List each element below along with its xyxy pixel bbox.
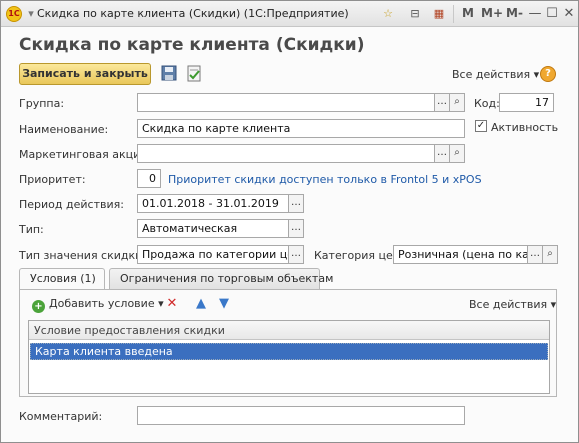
move-up-icon[interactable]: ▲	[194, 297, 208, 311]
move-down-icon[interactable]: ▼	[217, 297, 231, 311]
all-actions-label: Все действия	[452, 68, 531, 81]
priority-label: Приоритет:	[19, 173, 86, 186]
code-label: Код:	[474, 97, 500, 110]
tab-conditions[interactable]: Условия (1)	[19, 268, 105, 291]
code-field[interactable]: 17	[499, 93, 554, 112]
add-condition-button[interactable]: + Добавить условие ▾	[32, 297, 164, 313]
table-row[interactable]: Карта клиента введена	[30, 343, 548, 360]
memory-m-minus-button[interactable]: M-	[506, 6, 523, 20]
memory-m-button[interactable]: M	[462, 6, 474, 20]
group-select-button[interactable]: …	[434, 93, 450, 112]
active-label: Активность	[491, 121, 559, 134]
type-field[interactable]: Автоматическая	[137, 219, 289, 238]
price-category-search-icon[interactable]: ⌕	[542, 245, 558, 264]
group-open-search-icon[interactable]: ⌕	[449, 93, 465, 112]
campaign-label: Маркетинговая акция:	[19, 148, 151, 161]
app-window: 1С ▾ Скидка по карте клиента (Скидки) (1…	[0, 0, 579, 443]
save-icon[interactable]	[160, 64, 178, 82]
value-type-label: Тип значения скидки:	[19, 249, 147, 262]
minimize-button[interactable]: —	[526, 5, 544, 23]
group-label: Группа:	[19, 97, 65, 110]
add-condition-label: Добавить условие	[49, 297, 155, 310]
add-plus-icon: +	[32, 300, 45, 313]
toolbar-separator	[453, 5, 454, 23]
favorites-star-icon[interactable]: ☆	[381, 7, 395, 21]
value-type-select-button[interactable]: …	[288, 245, 304, 264]
conditions-all-actions-menu[interactable]: Все действия ▾	[469, 298, 556, 311]
maximize-button[interactable]: ☐	[543, 5, 561, 23]
delete-icon[interactable]: ✕	[165, 297, 179, 311]
conditions-all-actions-label: Все действия	[469, 298, 548, 311]
all-actions-menu[interactable]: Все действия ▾	[452, 68, 539, 81]
column-header-condition[interactable]: Условие предоставления скидки	[29, 321, 549, 340]
priority-field[interactable]: 0	[137, 169, 161, 188]
comment-field[interactable]	[137, 406, 465, 425]
app-logo: 1С	[6, 6, 22, 22]
conditions-table: Условие предоставления скидки Карта клие…	[28, 320, 550, 394]
active-checkbox[interactable]: ✓	[475, 120, 487, 132]
period-field[interactable]: 01.01.2018 - 31.01.2019	[137, 194, 289, 213]
campaign-open-search-icon[interactable]: ⌕	[449, 144, 465, 163]
price-category-field[interactable]: Розничная (цена по карте	[393, 245, 528, 264]
calendar-icon[interactable]: ▦	[432, 7, 446, 21]
value-type-field[interactable]: Продажа по категории цен	[137, 245, 289, 264]
campaign-field[interactable]	[137, 144, 435, 163]
tab-store-restrictions[interactable]: Ограничения по торговым объектам	[109, 268, 333, 290]
price-category-label: Категория цен:	[314, 249, 404, 262]
priority-hint-link[interactable]: Приоритет скидки доступен только в Front…	[168, 173, 482, 186]
group-field[interactable]	[137, 93, 435, 112]
close-button[interactable]: ✕	[560, 5, 578, 23]
type-label: Тип:	[19, 223, 44, 236]
dropdown-arrow-icon: ▾	[533, 68, 540, 81]
dropdown-arrow-icon: ▾	[158, 297, 164, 310]
dropdown-arrow-icon: ▾	[550, 298, 557, 311]
window-title: Скидка по карте клиента (Скидки) (1С:Пре…	[37, 7, 349, 20]
form-title: Скидка по карте клиента (Скидки)	[19, 35, 365, 55]
campaign-select-button[interactable]: …	[434, 144, 450, 163]
name-label: Наименование:	[19, 123, 109, 136]
save-and-close-button[interactable]: Записать и закрыть	[19, 63, 151, 85]
link-icon[interactable]: ⊟	[408, 7, 422, 21]
name-field[interactable]: Скидка по карте клиента	[137, 119, 465, 138]
conditions-panel: + Добавить условие ▾ ✕ ▲ ▼ Все действия ▾…	[19, 289, 557, 397]
post-document-icon[interactable]	[185, 64, 203, 82]
window-menu-icon[interactable]: ▾	[24, 7, 38, 21]
comment-label: Комментарий:	[19, 410, 103, 423]
price-category-select-button[interactable]: …	[527, 245, 543, 264]
period-select-button[interactable]: …	[288, 194, 304, 213]
help-button[interactable]: ?	[540, 66, 556, 82]
title-bar: 1С ▾ Скидка по карте клиента (Скидки) (1…	[1, 1, 578, 27]
period-label: Период действия:	[19, 198, 124, 211]
type-select-button[interactable]: …	[288, 219, 304, 238]
memory-m-plus-button[interactable]: M+	[481, 6, 503, 20]
